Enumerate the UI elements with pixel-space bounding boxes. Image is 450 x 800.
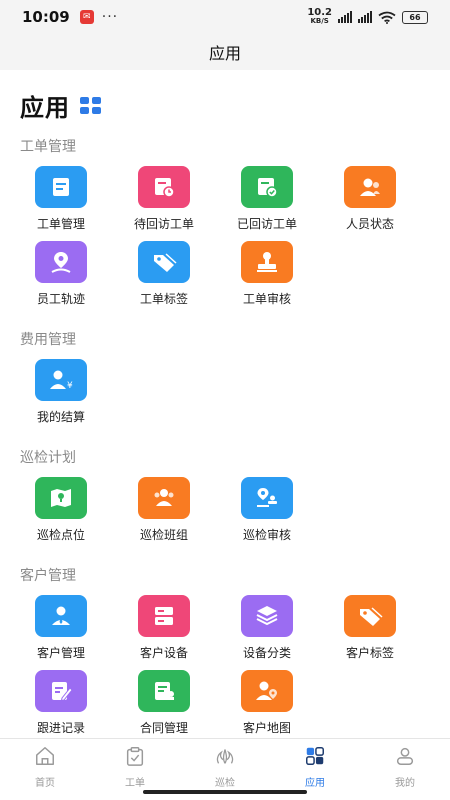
network-speed: 10.2 KB/S	[307, 7, 332, 26]
app-label: 设备分类	[242, 646, 291, 660]
page-title: 应用	[20, 94, 70, 122]
app-label: 工单标签	[139, 292, 188, 306]
app-label: 工单管理	[36, 217, 85, 231]
status-bar: 10:09 ✉ ··· 10.2 KB/S 66	[0, 0, 450, 34]
svg-text:¥: ¥	[67, 381, 73, 391]
app-item[interactable]: 客户标签	[318, 595, 422, 665]
app-item[interactable]: 巡检班组	[112, 477, 216, 547]
tag-icon	[138, 241, 190, 283]
section-title: 客户管理	[20, 568, 76, 584]
status-right: 10.2 KB/S 66	[307, 7, 428, 26]
app-label: 跟进记录	[36, 721, 85, 735]
speed-unit: KB/S	[310, 17, 329, 25]
customer-icon	[35, 595, 87, 637]
tab-label: 巡检	[215, 778, 235, 789]
app-label: 客户管理	[36, 646, 85, 660]
app-item[interactable]: ¥ 我的结算	[9, 359, 113, 429]
app-item[interactable]: 已回访工单	[215, 166, 319, 236]
inspection-review-icon	[241, 477, 293, 519]
pending-visit-icon	[138, 166, 190, 208]
app-label: 巡检审核	[242, 528, 291, 542]
clipboard-icon	[124, 745, 146, 771]
tab-label: 工单	[125, 778, 145, 789]
profile-icon	[394, 745, 416, 771]
app-item[interactable]: 跟进记录	[9, 670, 113, 738]
app-label: 客户设备	[139, 646, 188, 660]
tag-icon	[344, 595, 396, 637]
customer-map-icon	[241, 670, 293, 712]
app-label: 巡检班组	[139, 528, 188, 542]
app-item[interactable]: 工单管理	[9, 166, 113, 236]
app-item[interactable]: 巡检点位	[9, 477, 113, 547]
apps-icon	[304, 745, 326, 771]
tab-home[interactable]: 首页	[0, 739, 90, 789]
nav-bar: 应用	[0, 34, 450, 70]
battery-icon: 66	[402, 10, 428, 24]
staff-status-icon	[344, 166, 396, 208]
team-icon	[138, 477, 190, 519]
tab-label: 首页	[35, 778, 55, 789]
tab-label: 应用	[305, 778, 325, 789]
notification-icon: ✉	[79, 10, 94, 24]
speed-value: 10.2	[307, 7, 332, 18]
grid-icon	[80, 96, 102, 115]
app-item[interactable]: 设备分类	[215, 595, 319, 665]
tab-clipboard[interactable]: 工单	[90, 739, 180, 789]
device-icon	[138, 595, 190, 637]
app-item[interactable]: 工单标签	[112, 241, 216, 311]
app-item[interactable]: 人员状态	[318, 166, 422, 236]
more-notifications-icon: ···	[101, 9, 119, 25]
section-title: 费用管理	[20, 332, 76, 348]
status-time: 10:09	[22, 8, 70, 26]
settlement-icon: ¥	[35, 359, 87, 401]
app-label: 我的结算	[36, 410, 85, 424]
app-label: 已回访工单	[236, 217, 297, 231]
app-item[interactable]: 巡检审核	[215, 477, 319, 547]
tab-profile[interactable]: 我的	[360, 739, 450, 789]
bottom-tab-bar: 首页 工单 巡检 应用 我的	[0, 738, 450, 789]
app-item[interactable]: 客户管理	[9, 595, 113, 665]
nav-title: 应用	[208, 44, 241, 63]
tab-apps[interactable]: 应用	[270, 739, 360, 789]
app-label: 客户地图	[242, 721, 291, 735]
app-label: 巡检点位	[36, 528, 85, 542]
home-icon	[34, 745, 56, 771]
document-icon	[35, 166, 87, 208]
home-indicator	[143, 790, 307, 794]
location-track-icon	[35, 241, 87, 283]
tab-inspection[interactable]: 巡检	[180, 739, 270, 789]
signal-icon-2	[358, 11, 372, 23]
section-title: 工单管理	[20, 139, 76, 155]
app-label: 工单审核	[242, 292, 291, 306]
app-screen: 10:09 ✉ ··· 10.2 KB/S 66 应用 应用 工单管理 工单管理…	[0, 0, 450, 800]
tab-label: 我的	[395, 778, 415, 789]
app-item[interactable]: 工单审核	[215, 241, 319, 311]
app-label: 合同管理	[139, 721, 188, 735]
visited-check-icon	[241, 166, 293, 208]
app-item[interactable]: 客户地图	[215, 670, 319, 738]
stamp-icon	[241, 241, 293, 283]
apps-content: 应用 工单管理 工单管理 待回访工单 已回访工单 人员状态 员工轨迹 工单标签 工单审核 费用管…	[0, 70, 450, 738]
signal-icon	[338, 11, 352, 23]
app-item[interactable]: 员工轨迹	[9, 241, 113, 311]
inspection-icon	[214, 745, 236, 771]
contract-icon	[138, 670, 190, 712]
app-label: 员工轨迹	[36, 292, 85, 306]
layers-icon	[241, 595, 293, 637]
app-label: 待回访工单	[133, 217, 194, 231]
app-item[interactable]: 客户设备	[112, 595, 216, 665]
map-point-icon	[35, 477, 87, 519]
app-label: 客户标签	[345, 646, 394, 660]
app-item[interactable]: 合同管理	[112, 670, 216, 738]
wifi-icon	[378, 11, 396, 24]
app-label: 人员状态	[345, 217, 394, 231]
app-item[interactable]: 待回访工单	[112, 166, 216, 236]
edit-record-icon	[35, 670, 87, 712]
section-title: 巡检计划	[20, 450, 76, 466]
page-header: 应用	[20, 88, 102, 123]
